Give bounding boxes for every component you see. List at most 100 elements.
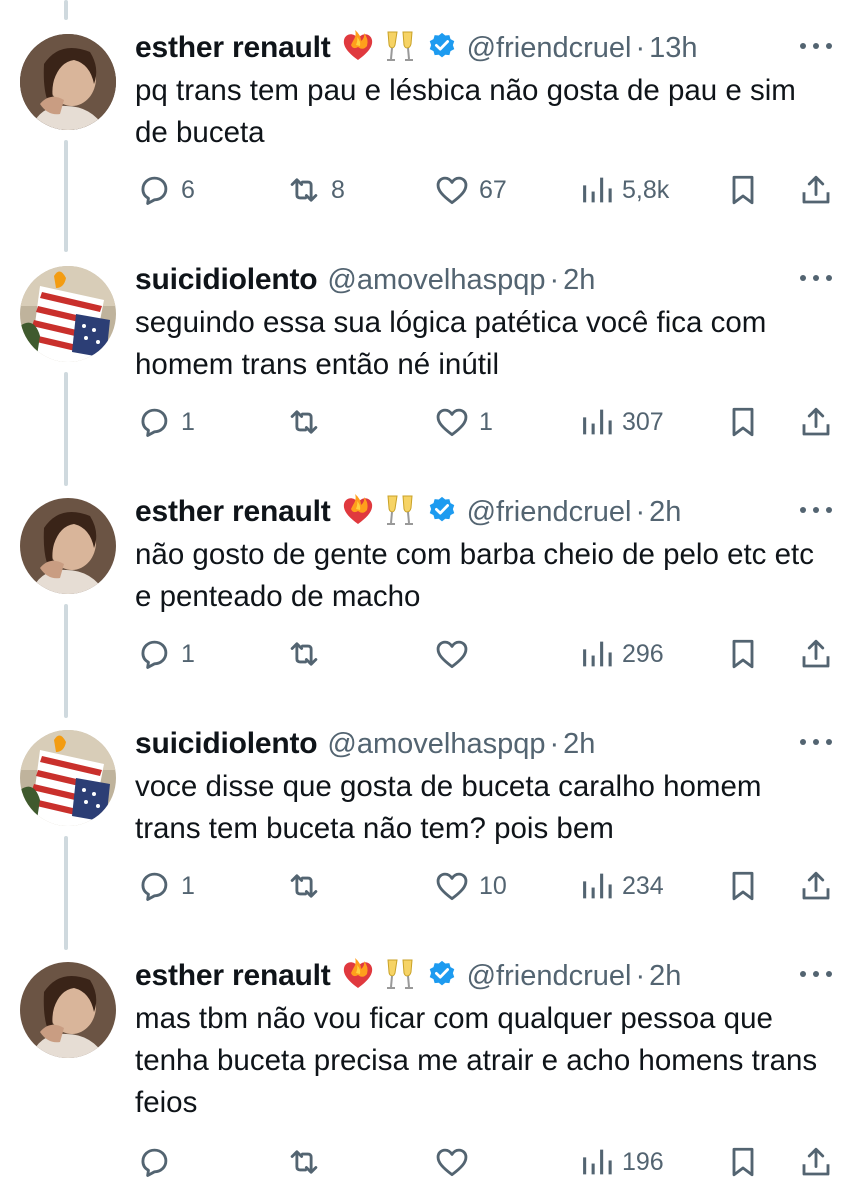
reply-count: 6: [181, 175, 195, 204]
reply-button[interactable]: 1: [135, 634, 195, 674]
user-handle[interactable]: @friendcruel: [467, 32, 632, 65]
clinking-glasses-emoji: [385, 29, 415, 68]
timestamp[interactable]: 2h: [563, 728, 595, 761]
views-button[interactable]: 5,8k: [580, 170, 669, 210]
tweet-header: esther renault @friendcruel · 2h: [135, 956, 833, 996]
separator-dot: ·: [635, 31, 646, 64]
bookmark-icon[interactable]: [725, 170, 761, 210]
reply-button[interactable]: 1: [135, 402, 195, 442]
user-handle[interactable]: @amovelhaspqp: [327, 728, 545, 761]
display-name[interactable]: esther renault: [135, 959, 331, 993]
bookmark-icon[interactable]: [725, 634, 761, 674]
clinking-glasses-emoji: [385, 493, 415, 532]
reply-button[interactable]: 1: [135, 866, 195, 906]
share-icon[interactable]: [798, 170, 834, 210]
display-name[interactable]: esther renault: [135, 31, 331, 65]
timestamp[interactable]: 2h: [649, 496, 681, 529]
share-icon[interactable]: [798, 634, 834, 674]
tweet[interactable]: suicidiolento @amovelhaspqp · 2h voce di…: [0, 696, 855, 928]
avatar[interactable]: [20, 498, 116, 594]
share-icon[interactable]: [798, 866, 834, 906]
separator-dot: ·: [635, 495, 646, 528]
tweet-header: esther renault @friendcruel · 13h: [135, 28, 833, 68]
timestamp[interactable]: 2h: [649, 960, 681, 993]
like-button[interactable]: 67: [433, 170, 507, 210]
heart-on-fire-emoji: [341, 493, 375, 532]
display-name[interactable]: esther renault: [135, 495, 331, 529]
retweet-button[interactable]: [285, 1142, 331, 1182]
avatar[interactable]: [20, 962, 116, 1058]
retweet-button[interactable]: [285, 866, 331, 906]
verified-badge-icon[interactable]: [427, 31, 457, 66]
verified-badge-icon[interactable]: [427, 959, 457, 994]
bookmark-icon[interactable]: [725, 1142, 761, 1182]
bookmark-icon[interactable]: [725, 402, 761, 442]
share-icon[interactable]: [798, 402, 834, 442]
view-count: 307: [622, 407, 664, 436]
avatar[interactable]: [20, 730, 116, 826]
like-count: 67: [479, 175, 507, 204]
views-button[interactable]: 307: [580, 402, 664, 442]
conversation-thread: esther renault @friendcruel · 13h pq tra…: [0, 0, 855, 1200]
separator-dot: ·: [635, 959, 646, 992]
bookmark-icon[interactable]: [725, 866, 761, 906]
reply-button[interactable]: [135, 1142, 181, 1182]
tweet[interactable]: esther renault @friendcruel · 2h não gos…: [0, 464, 855, 696]
tweet[interactable]: esther renault @friendcruel · 13h pq tra…: [0, 0, 855, 232]
like-count: 1: [479, 407, 493, 436]
more-options-icon[interactable]: [799, 734, 833, 752]
tweet-actions: 196: [135, 1142, 833, 1182]
like-count: 10: [479, 871, 507, 900]
tweet-text: pq trans tem pau e lésbica não gosta de …: [135, 74, 796, 149]
user-handle[interactable]: @friendcruel: [467, 496, 632, 529]
retweet-button[interactable]: [285, 402, 331, 442]
tweet-header: suicidiolento @amovelhaspqp · 2h: [135, 724, 833, 764]
share-icon[interactable]: [798, 1142, 834, 1182]
tweet-actions: 6 8 67 5,8k: [135, 170, 833, 210]
like-button[interactable]: [433, 1142, 479, 1182]
user-handle[interactable]: @friendcruel: [467, 960, 632, 993]
view-count: 296: [622, 639, 664, 668]
reply-button[interactable]: 6: [135, 170, 195, 210]
verified-badge-icon[interactable]: [427, 495, 457, 530]
more-options-icon[interactable]: [799, 966, 833, 984]
reply-count: 1: [181, 407, 195, 436]
display-name[interactable]: suicidiolento: [135, 727, 318, 761]
like-button[interactable]: 1: [433, 402, 493, 442]
reply-count: 1: [181, 639, 195, 668]
tweet-actions: 1 1 307: [135, 402, 833, 442]
tweet[interactable]: suicidiolento @amovelhaspqp · 2h seguind…: [0, 232, 855, 464]
tweet-text: não gosto de gente com barba cheio de pe…: [135, 538, 814, 613]
tweet-header: suicidiolento @amovelhaspqp · 2h: [135, 260, 833, 300]
more-options-icon[interactable]: [799, 38, 833, 56]
timestamp[interactable]: 2h: [563, 264, 595, 297]
tweet-actions: 1 296: [135, 634, 833, 674]
view-count: 196: [622, 1147, 664, 1176]
retweet-button[interactable]: [285, 634, 331, 674]
clinking-glasses-emoji: [385, 957, 415, 996]
retweet-button[interactable]: 8: [285, 170, 345, 210]
tweet[interactable]: esther renault @friendcruel · 2h mas tbm…: [0, 928, 855, 1200]
heart-on-fire-emoji: [341, 29, 375, 68]
tweet-text: seguindo essa sua lógica patética você f…: [135, 306, 767, 381]
view-count: 234: [622, 871, 664, 900]
views-button[interactable]: 234: [580, 866, 664, 906]
like-button[interactable]: 10: [433, 866, 507, 906]
views-button[interactable]: 296: [580, 634, 664, 674]
separator-dot: ·: [549, 727, 560, 760]
tweet-text: mas tbm não vou ficar com qualquer pesso…: [135, 1002, 818, 1119]
views-button[interactable]: 196: [580, 1142, 664, 1182]
user-handle[interactable]: @amovelhaspqp: [327, 264, 545, 297]
tweet-text: voce disse que gosta de buceta caralho h…: [135, 770, 762, 845]
tweet-actions: 1 10 234: [135, 866, 833, 906]
heart-on-fire-emoji: [341, 957, 375, 996]
avatar[interactable]: [20, 266, 116, 362]
more-options-icon[interactable]: [799, 270, 833, 288]
like-button[interactable]: [433, 634, 479, 674]
display-name[interactable]: suicidiolento: [135, 263, 318, 297]
avatar[interactable]: [20, 34, 116, 130]
retweet-count: 8: [331, 175, 345, 204]
more-options-icon[interactable]: [799, 502, 833, 520]
reply-count: 1: [181, 871, 195, 900]
timestamp[interactable]: 13h: [649, 32, 697, 65]
